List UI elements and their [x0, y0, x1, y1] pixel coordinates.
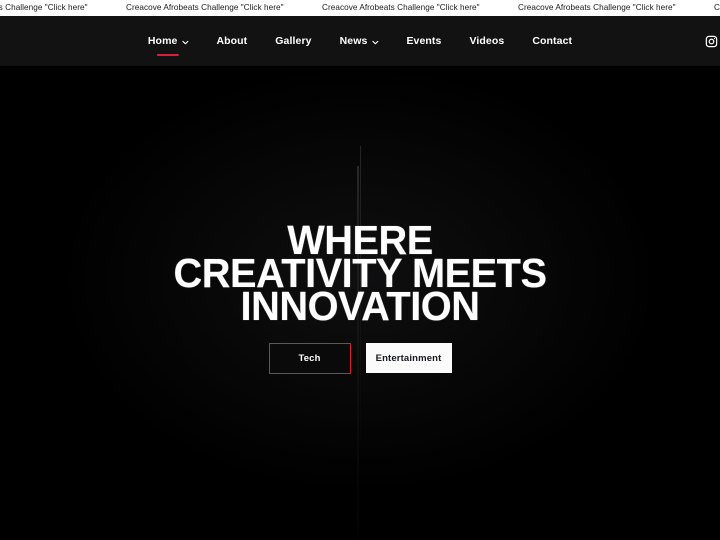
nav-item-contact[interactable]: Contact: [518, 16, 586, 66]
nav-item-about[interactable]: About: [202, 16, 261, 66]
nav-item-label: News: [339, 34, 368, 47]
nav-item-label: Gallery: [275, 34, 312, 47]
entertainment-button[interactable]: Entertainment: [365, 343, 452, 373]
nav-item-videos[interactable]: Videos: [455, 16, 518, 66]
ticker-item[interactable]: Creacove Afrobeats Challenge "Click here…: [126, 0, 322, 16]
ticker-item[interactable]: Creacove Afrobeats Challenge "Click here…: [714, 0, 720, 16]
instagram-icon[interactable]: [704, 34, 718, 48]
nav-active-underline: [157, 53, 180, 56]
page-title: WHERE CREATIVITY MEETS INNOVATION: [11, 220, 709, 330]
ticker-item[interactable]: Creacove Afrobeats Challenge "Click here…: [518, 0, 714, 16]
hero-action-buttons: Tech Entertainment: [0, 343, 720, 374]
nav-item-gallery[interactable]: Gallery: [261, 16, 325, 66]
page-root: Creacove Afrobeats Challenge "Click here…: [0, 0, 720, 540]
nav-item-events[interactable]: Events: [392, 16, 455, 66]
nav-item-home[interactable]: Home: [134, 16, 203, 66]
hero-section: WHERE CREATIVITY MEETS INNOVATION Tech E…: [0, 66, 720, 540]
ticker-item[interactable]: Creacove Afrobeats Challenge "Click here…: [322, 0, 518, 16]
ticker-track: Creacove Afrobeats Challenge "Click here…: [0, 0, 720, 16]
tech-button[interactable]: Tech: [268, 343, 351, 374]
navbar: Home About Gallery News Events Videos Contact: [0, 16, 720, 66]
nav-item-label: Videos: [469, 34, 505, 47]
ticker-item[interactable]: Creacove Afrobeats Challenge "Click here…: [0, 0, 126, 16]
nav-item-news[interactable]: News: [326, 16, 393, 66]
chevron-down-icon: [181, 39, 188, 46]
nav-item-label: Events: [406, 34, 442, 47]
nav-item-label: About: [216, 34, 248, 47]
nav-menu: Home About Gallery News Events Videos Contact: [134, 16, 586, 66]
nav-item-label: Home: [147, 34, 178, 47]
hero-title-line-3: INNOVATION: [240, 283, 480, 330]
nav-item-label: Contact: [532, 34, 573, 47]
chevron-down-icon: [371, 39, 378, 46]
announcement-ticker[interactable]: Creacove Afrobeats Challenge "Click here…: [0, 0, 720, 16]
navbar-inner: Home About Gallery News Events Videos Contact: [0, 16, 720, 66]
hero-content: WHERE CREATIVITY MEETS INNOVATION Tech E…: [0, 66, 720, 540]
